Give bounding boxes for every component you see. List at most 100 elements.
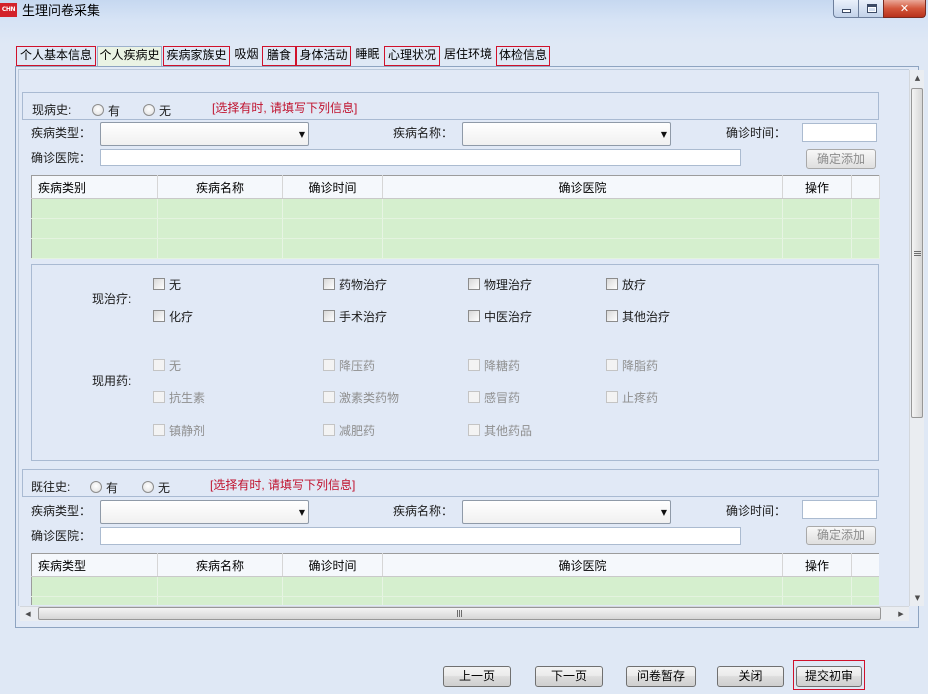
column-header-action[interactable]: 操作 <box>782 175 852 199</box>
checkbox-box[interactable] <box>606 359 618 371</box>
prev-page-button[interactable]: 上一页 <box>443 666 511 687</box>
tab-physical-activity[interactable]: 身体活动 <box>296 46 351 66</box>
current-history-no-radio[interactable]: 无 <box>143 102 171 118</box>
radio-label: 有 <box>106 480 119 495</box>
hospital-field[interactable] <box>100 149 741 166</box>
past-hospital-field[interactable] <box>100 527 741 545</box>
checkbox-box[interactable] <box>468 424 480 436</box>
column-header-diagnosis-time[interactable]: 确诊时间 <box>282 175 383 199</box>
checkbox-box[interactable] <box>606 278 618 290</box>
tab-mental-state[interactable]: 心理状况 <box>384 46 440 66</box>
maximize-icon <box>867 4 877 13</box>
tab-smoking[interactable]: 吸烟 <box>232 46 261 66</box>
checkbox-medication-hypoglycemic[interactable]: 降糖药 <box>468 357 520 373</box>
checkbox-box[interactable] <box>153 424 165 436</box>
table-cell <box>382 576 783 597</box>
checkbox-medication-sedative[interactable]: 镇静剂 <box>153 422 205 438</box>
diagnosis-time-field[interactable] <box>802 123 877 142</box>
close-button[interactable]: 关闭 <box>717 666 784 687</box>
save-draft-button[interactable]: 问卷暂存 <box>626 666 696 687</box>
checkbox-treatment-surgery[interactable]: 手术治疗 <box>323 308 387 324</box>
checkbox-box[interactable] <box>153 310 165 322</box>
checkbox-treatment-physical[interactable]: 物理治疗 <box>468 276 532 292</box>
radio-circle[interactable] <box>92 104 104 116</box>
radio-circle[interactable] <box>143 104 155 116</box>
past-history-table: 疾病类型 疾病名称 确诊时间 确诊医院 操作 <box>31 553 879 605</box>
tab-physical-exam[interactable]: 体检信息 <box>496 46 550 66</box>
tab-disease-history[interactable]: 个人疾病史 <box>97 46 162 67</box>
current-history-yes-radio[interactable]: 有 <box>92 102 120 118</box>
submit-review-button[interactable]: 提交初审 <box>796 666 862 687</box>
radio-circle[interactable] <box>142 481 154 493</box>
checkbox-box[interactable] <box>468 310 480 322</box>
checkbox-treatment-drug[interactable]: 药物治疗 <box>323 276 387 292</box>
checkbox-box[interactable] <box>323 359 335 371</box>
checkbox-box[interactable] <box>153 391 165 403</box>
tab-sleep[interactable]: 睡眠 <box>352 46 383 66</box>
checkbox-treatment-none[interactable]: 无 <box>153 276 181 292</box>
column-header-disease-name[interactable]: 疾病名称 <box>157 175 283 199</box>
checkbox-box[interactable] <box>323 391 335 403</box>
past-disease-name-select[interactable]: ▼ <box>462 500 671 524</box>
checkbox-medication-hormone[interactable]: 激素类药物 <box>323 389 399 405</box>
minimize-button[interactable] <box>833 0 859 18</box>
checkbox-box[interactable] <box>153 278 165 290</box>
checkbox-treatment-other[interactable]: 其他治疗 <box>606 308 670 324</box>
scroll-down-icon[interactable]: ▼ <box>910 590 925 606</box>
checkbox-medication-weight-loss[interactable]: 减肥药 <box>323 422 375 438</box>
scroll-up-icon[interactable]: ▲ <box>910 70 925 86</box>
past-disease-type-select[interactable]: ▼ <box>100 500 309 524</box>
checkbox-treatment-chemotherapy[interactable]: 化疗 <box>153 308 193 324</box>
scroll-left-icon[interactable]: ◀ <box>20 607 36 621</box>
add-past-history-button[interactable]: 确定添加 <box>806 526 876 545</box>
column-header-hospital[interactable]: 确诊医院 <box>382 553 783 577</box>
column-header-diagnosis-time[interactable]: 确诊时间 <box>282 553 383 577</box>
tab-basic-info[interactable]: 个人基本信息 <box>16 46 96 66</box>
horizontal-scrollbar[interactable]: ◀ ▶ <box>20 606 909 621</box>
checkbox-medication-none[interactable]: 无 <box>153 357 181 373</box>
checkbox-box[interactable] <box>153 359 165 371</box>
disease-name-select[interactable]: ▼ <box>462 122 671 146</box>
column-header-disease-type[interactable]: 疾病类型 <box>31 553 158 577</box>
past-history-yes-radio[interactable]: 有 <box>90 479 118 495</box>
column-header-disease-category[interactable]: 疾病类别 <box>31 175 158 199</box>
tab-living-environment[interactable]: 居住环境 <box>441 46 495 66</box>
tab-family-history[interactable]: 疾病家族史 <box>163 46 230 66</box>
tab-diet[interactable]: 膳食 <box>262 46 296 66</box>
radio-circle[interactable] <box>90 481 102 493</box>
checkbox-box[interactable] <box>606 391 618 403</box>
maximize-button[interactable] <box>858 0 884 18</box>
add-current-history-button[interactable]: 确定添加 <box>806 149 876 169</box>
past-disease-type-label: 疾病类型： <box>31 504 92 518</box>
checkbox-medication-antibiotic[interactable]: 抗生素 <box>153 389 205 405</box>
table-cell <box>382 238 783 259</box>
checkbox-box[interactable] <box>323 424 335 436</box>
column-header-action[interactable]: 操作 <box>782 553 852 577</box>
checkbox-box[interactable] <box>323 278 335 290</box>
close-window-button[interactable]: ✕ <box>883 0 926 18</box>
checkbox-box[interactable] <box>468 359 480 371</box>
checkbox-medication-antihypertensive[interactable]: 降压药 <box>323 357 375 373</box>
checkbox-treatment-radiotherapy[interactable]: 放疗 <box>606 276 646 292</box>
past-diagnosis-time-field[interactable] <box>802 500 877 519</box>
checkbox-medication-lipid-lowering[interactable]: 降脂药 <box>606 357 658 373</box>
column-header-disease-name[interactable]: 疾病名称 <box>157 553 283 577</box>
next-page-button[interactable]: 下一页 <box>535 666 603 687</box>
vertical-scrollbar[interactable]: ▲ ▼ <box>909 70 924 606</box>
past-history-no-radio[interactable]: 无 <box>142 479 170 495</box>
checkbox-treatment-tcm[interactable]: 中医治疗 <box>468 308 532 324</box>
checkbox-medication-painkiller[interactable]: 止疼药 <box>606 389 658 405</box>
column-header-filler <box>851 175 880 199</box>
checkbox-box[interactable] <box>323 310 335 322</box>
checkbox-box[interactable] <box>468 391 480 403</box>
disease-type-select[interactable]: ▼ <box>100 122 309 146</box>
window-title: 生理问卷采集 <box>22 3 101 18</box>
checkbox-box[interactable] <box>468 278 480 290</box>
checkbox-box[interactable] <box>606 310 618 322</box>
column-header-hospital[interactable]: 确诊医院 <box>382 175 783 199</box>
checkbox-medication-cold[interactable]: 感冒药 <box>468 389 520 405</box>
checkbox-medication-other[interactable]: 其他药品 <box>468 422 532 438</box>
scroll-right-icon[interactable]: ▶ <box>893 607 909 621</box>
vertical-scroll-thumb[interactable] <box>911 88 923 418</box>
horizontal-scroll-thumb[interactable] <box>38 607 881 620</box>
